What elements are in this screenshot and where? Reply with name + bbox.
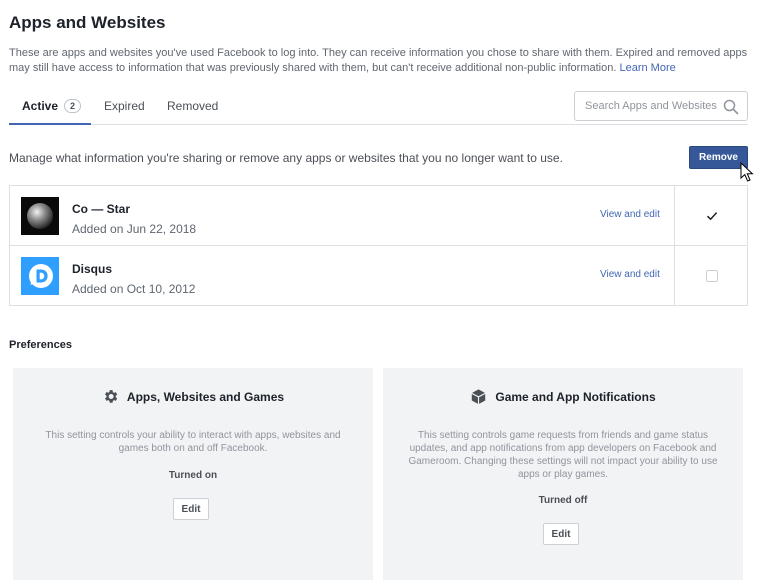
view-and-edit-link[interactable]: View and edit xyxy=(600,269,660,280)
app-date: Added on Jun 22, 2018 xyxy=(72,222,197,236)
tab-expired[interactable]: Expired xyxy=(104,92,145,125)
disqus-logo-icon xyxy=(21,257,59,295)
app-checkbox[interactable] xyxy=(706,270,718,282)
view-and-edit-link[interactable]: View and edit xyxy=(600,209,660,220)
pref-card-title: Game and App Notifications xyxy=(495,390,656,404)
learn-more-link[interactable]: Learn More xyxy=(619,62,675,74)
app-checkbox[interactable] xyxy=(706,210,718,222)
preferences-title: Preferences xyxy=(9,339,72,351)
pref-card-description: This setting controls game requests from… xyxy=(408,430,718,480)
tab-removed[interactable]: Removed xyxy=(167,92,218,125)
search-box xyxy=(574,91,748,121)
intro-text: These are apps and websites you've used … xyxy=(9,46,749,76)
edit-button[interactable]: Edit xyxy=(543,523,579,545)
gear-icon xyxy=(104,390,118,403)
app-list: Co — Star Added on Jun 22, 2018 View and… xyxy=(9,185,748,306)
costar-logo-icon xyxy=(21,197,59,235)
app-name: Disqus xyxy=(72,262,113,276)
pref-card-header: Apps, Websites and Games xyxy=(13,388,373,405)
pref-card-title: Apps, Websites and Games xyxy=(126,390,285,404)
pref-card-header: Game and App Notifications xyxy=(383,388,743,405)
tab-expired-label: Expired xyxy=(104,99,145,113)
tab-active-count: 2 xyxy=(64,99,82,113)
app-date: Added on Oct 10, 2012 xyxy=(72,282,196,296)
mouse-cursor-icon xyxy=(740,162,754,182)
tab-active-label: Active xyxy=(22,99,59,113)
search-icon[interactable] xyxy=(723,99,739,115)
app-row: Co — Star Added on Jun 22, 2018 View and… xyxy=(10,186,747,246)
search-input[interactable] xyxy=(575,92,721,120)
app-name: Co — Star xyxy=(72,202,131,216)
tab-removed-label: Removed xyxy=(167,99,219,113)
pref-card-status: Turned on xyxy=(168,470,218,481)
pref-card-apps-websites-games: Apps, Websites and Games This setting co… xyxy=(13,368,373,580)
cube-icon xyxy=(472,389,486,404)
pref-card-status: Turned off xyxy=(538,495,588,506)
tab-active[interactable]: Active 2 xyxy=(9,92,91,125)
pref-card-description: This setting controls your ability to in… xyxy=(45,430,341,454)
checkmark-icon xyxy=(706,212,718,221)
select-cell xyxy=(674,246,747,306)
page-title: Apps and Websites xyxy=(9,13,166,32)
pref-card-game-app-notifications: Game and App Notifications This setting … xyxy=(383,368,743,580)
select-cell xyxy=(674,186,747,245)
app-row: Disqus Added on Oct 10, 2012 View and ed… xyxy=(10,246,747,306)
edit-button[interactable]: Edit xyxy=(173,498,209,520)
manage-text: Manage what information you're sharing o… xyxy=(9,151,563,165)
